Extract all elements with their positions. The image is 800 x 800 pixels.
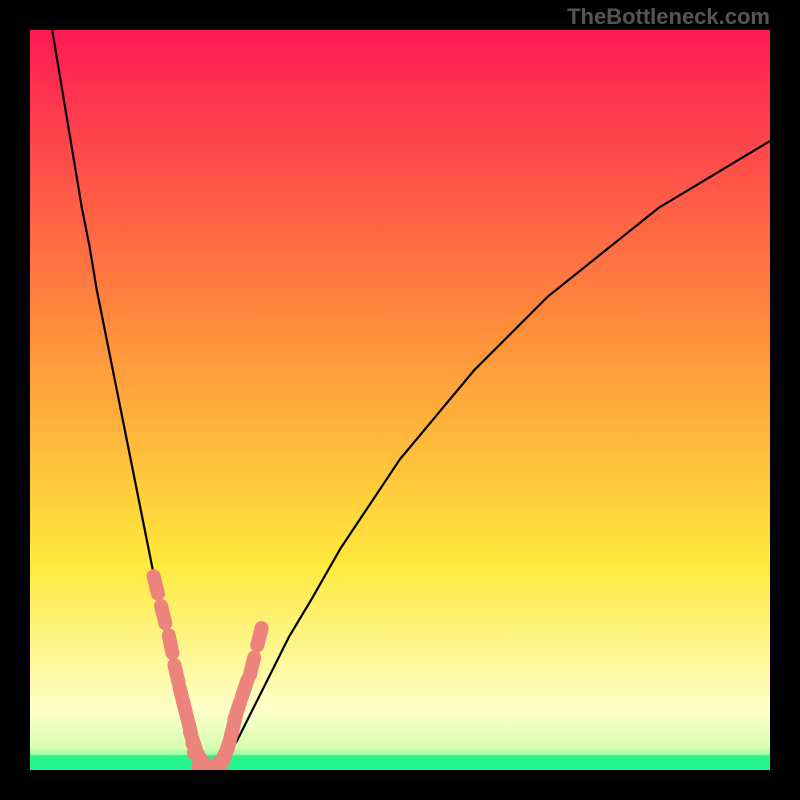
plot-area	[30, 30, 770, 770]
marker-point	[257, 628, 261, 645]
marker-point	[174, 665, 178, 683]
chart-svg	[30, 30, 770, 770]
marker-point	[169, 635, 173, 653]
green-band	[30, 755, 770, 770]
marker-point	[250, 658, 254, 675]
marker-point	[234, 702, 240, 719]
marker-point	[242, 680, 248, 697]
marker-point	[154, 576, 158, 593]
watermark-text: TheBottleneck.com	[567, 4, 770, 30]
chart-container: TheBottleneck.com	[0, 0, 800, 800]
marker-point	[161, 606, 165, 623]
gradient-background	[30, 30, 770, 770]
